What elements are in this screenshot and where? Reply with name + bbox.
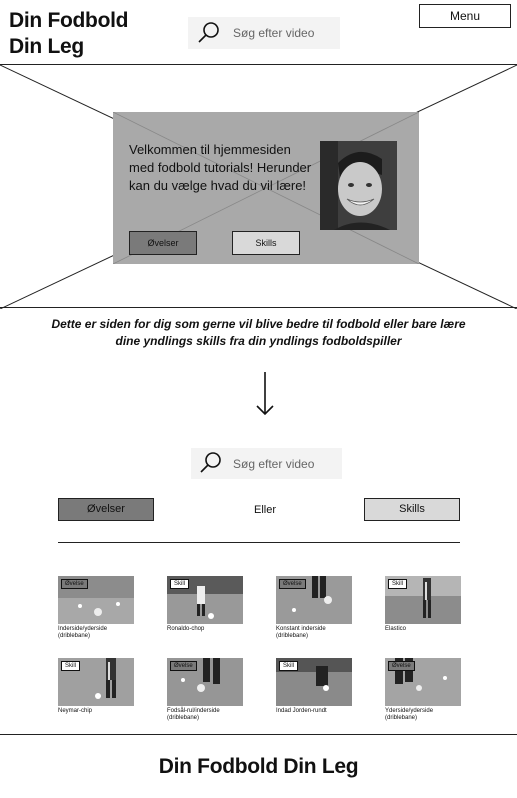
video-search-bar[interactable]: Søg efter video [191,448,342,479]
hero-skills-button[interactable]: Skills [232,231,300,255]
video-title[interactable]: Neymar-chip [58,708,134,715]
section-divider [58,542,460,543]
footer-title: Din Fodbold Din Leg [158,755,359,778]
video-tag: Skill [170,579,190,589]
video-card[interactable]: Øvelse Konstant inderside (driblebane) [276,576,352,640]
video-search-placeholder: Søg efter video [233,457,315,471]
video-title[interactable]: Elastico [385,626,461,633]
logo-line-1: Din Fodbold [9,9,129,32]
video-title[interactable]: Ronaldo-chop [167,626,243,633]
video-title[interactable]: Indad Jorden-rundt [276,708,352,715]
video-thumbnail[interactable]: Skill [276,658,352,706]
logo-line-2: Din Leg [9,35,84,58]
video-thumbnail[interactable]: Skill [167,576,243,624]
video-card[interactable]: Skill Neymar-chip [58,658,134,715]
video-title[interactable]: Konstant inderside (driblebane) [276,626,352,640]
video-tag: Øvelse [170,661,197,671]
header-search-placeholder: Søg efter video [233,26,315,40]
video-card[interactable]: Skill Indad Jorden-rundt [276,658,352,715]
video-thumbnail[interactable]: Øvelse [58,576,134,624]
video-tag: Øvelse [279,579,306,589]
video-card[interactable]: Skill Ronaldo-chop [167,576,243,633]
video-thumbnail[interactable]: Øvelse [167,658,243,706]
video-thumbnail[interactable]: Øvelse [385,658,461,706]
video-thumbnail[interactable]: Øvelse [276,576,352,624]
header-search-bar[interactable]: Søg efter video [188,17,340,49]
video-title[interactable]: Yderside/yderside (driblebane) [385,708,461,722]
video-card[interactable]: Øvelse Inderside/yderside (driblebane) [58,576,134,640]
tab-ovelser[interactable]: Øvelser [58,498,154,521]
player-portrait [320,141,397,230]
tab-skills[interactable]: Skills [364,498,460,521]
tagline: Dette er siden for dig som gerne vil bli… [51,317,466,348]
video-title[interactable]: Fodsål-rul/inderside (driblebane) [167,708,243,722]
video-thumbnail[interactable]: Skill [58,658,134,706]
footer-divider [0,734,517,735]
site-logo[interactable]: Din Fodbold Din Leg [9,8,128,60]
video-tag: Øvelse [61,579,88,589]
video-tag: Skill [388,579,408,589]
video-card[interactable]: Øvelse Fodsål-rul/inderside (driblebane) [167,658,243,722]
video-card[interactable]: Skill Elastico [385,576,461,633]
or-label: Eller [253,504,276,516]
menu-button[interactable]: Menu [419,4,511,28]
search-icon[interactable] [196,21,220,50]
video-tag: Skill [61,661,81,671]
video-thumbnail[interactable]: Skill [385,576,461,624]
hero-ovelser-button[interactable]: Øvelser [129,231,197,255]
welcome-text: Velkommen til hjemmesiden med fodbold tu… [129,142,312,193]
video-title[interactable]: Inderside/yderside (driblebane) [58,626,134,640]
video-tag: Øvelse [388,661,415,671]
arrow-down-icon [255,372,275,421]
video-card[interactable]: Øvelse Yderside/yderside (driblebane) [385,658,461,722]
search-icon[interactable] [198,451,222,480]
video-tag: Skill [279,661,299,671]
